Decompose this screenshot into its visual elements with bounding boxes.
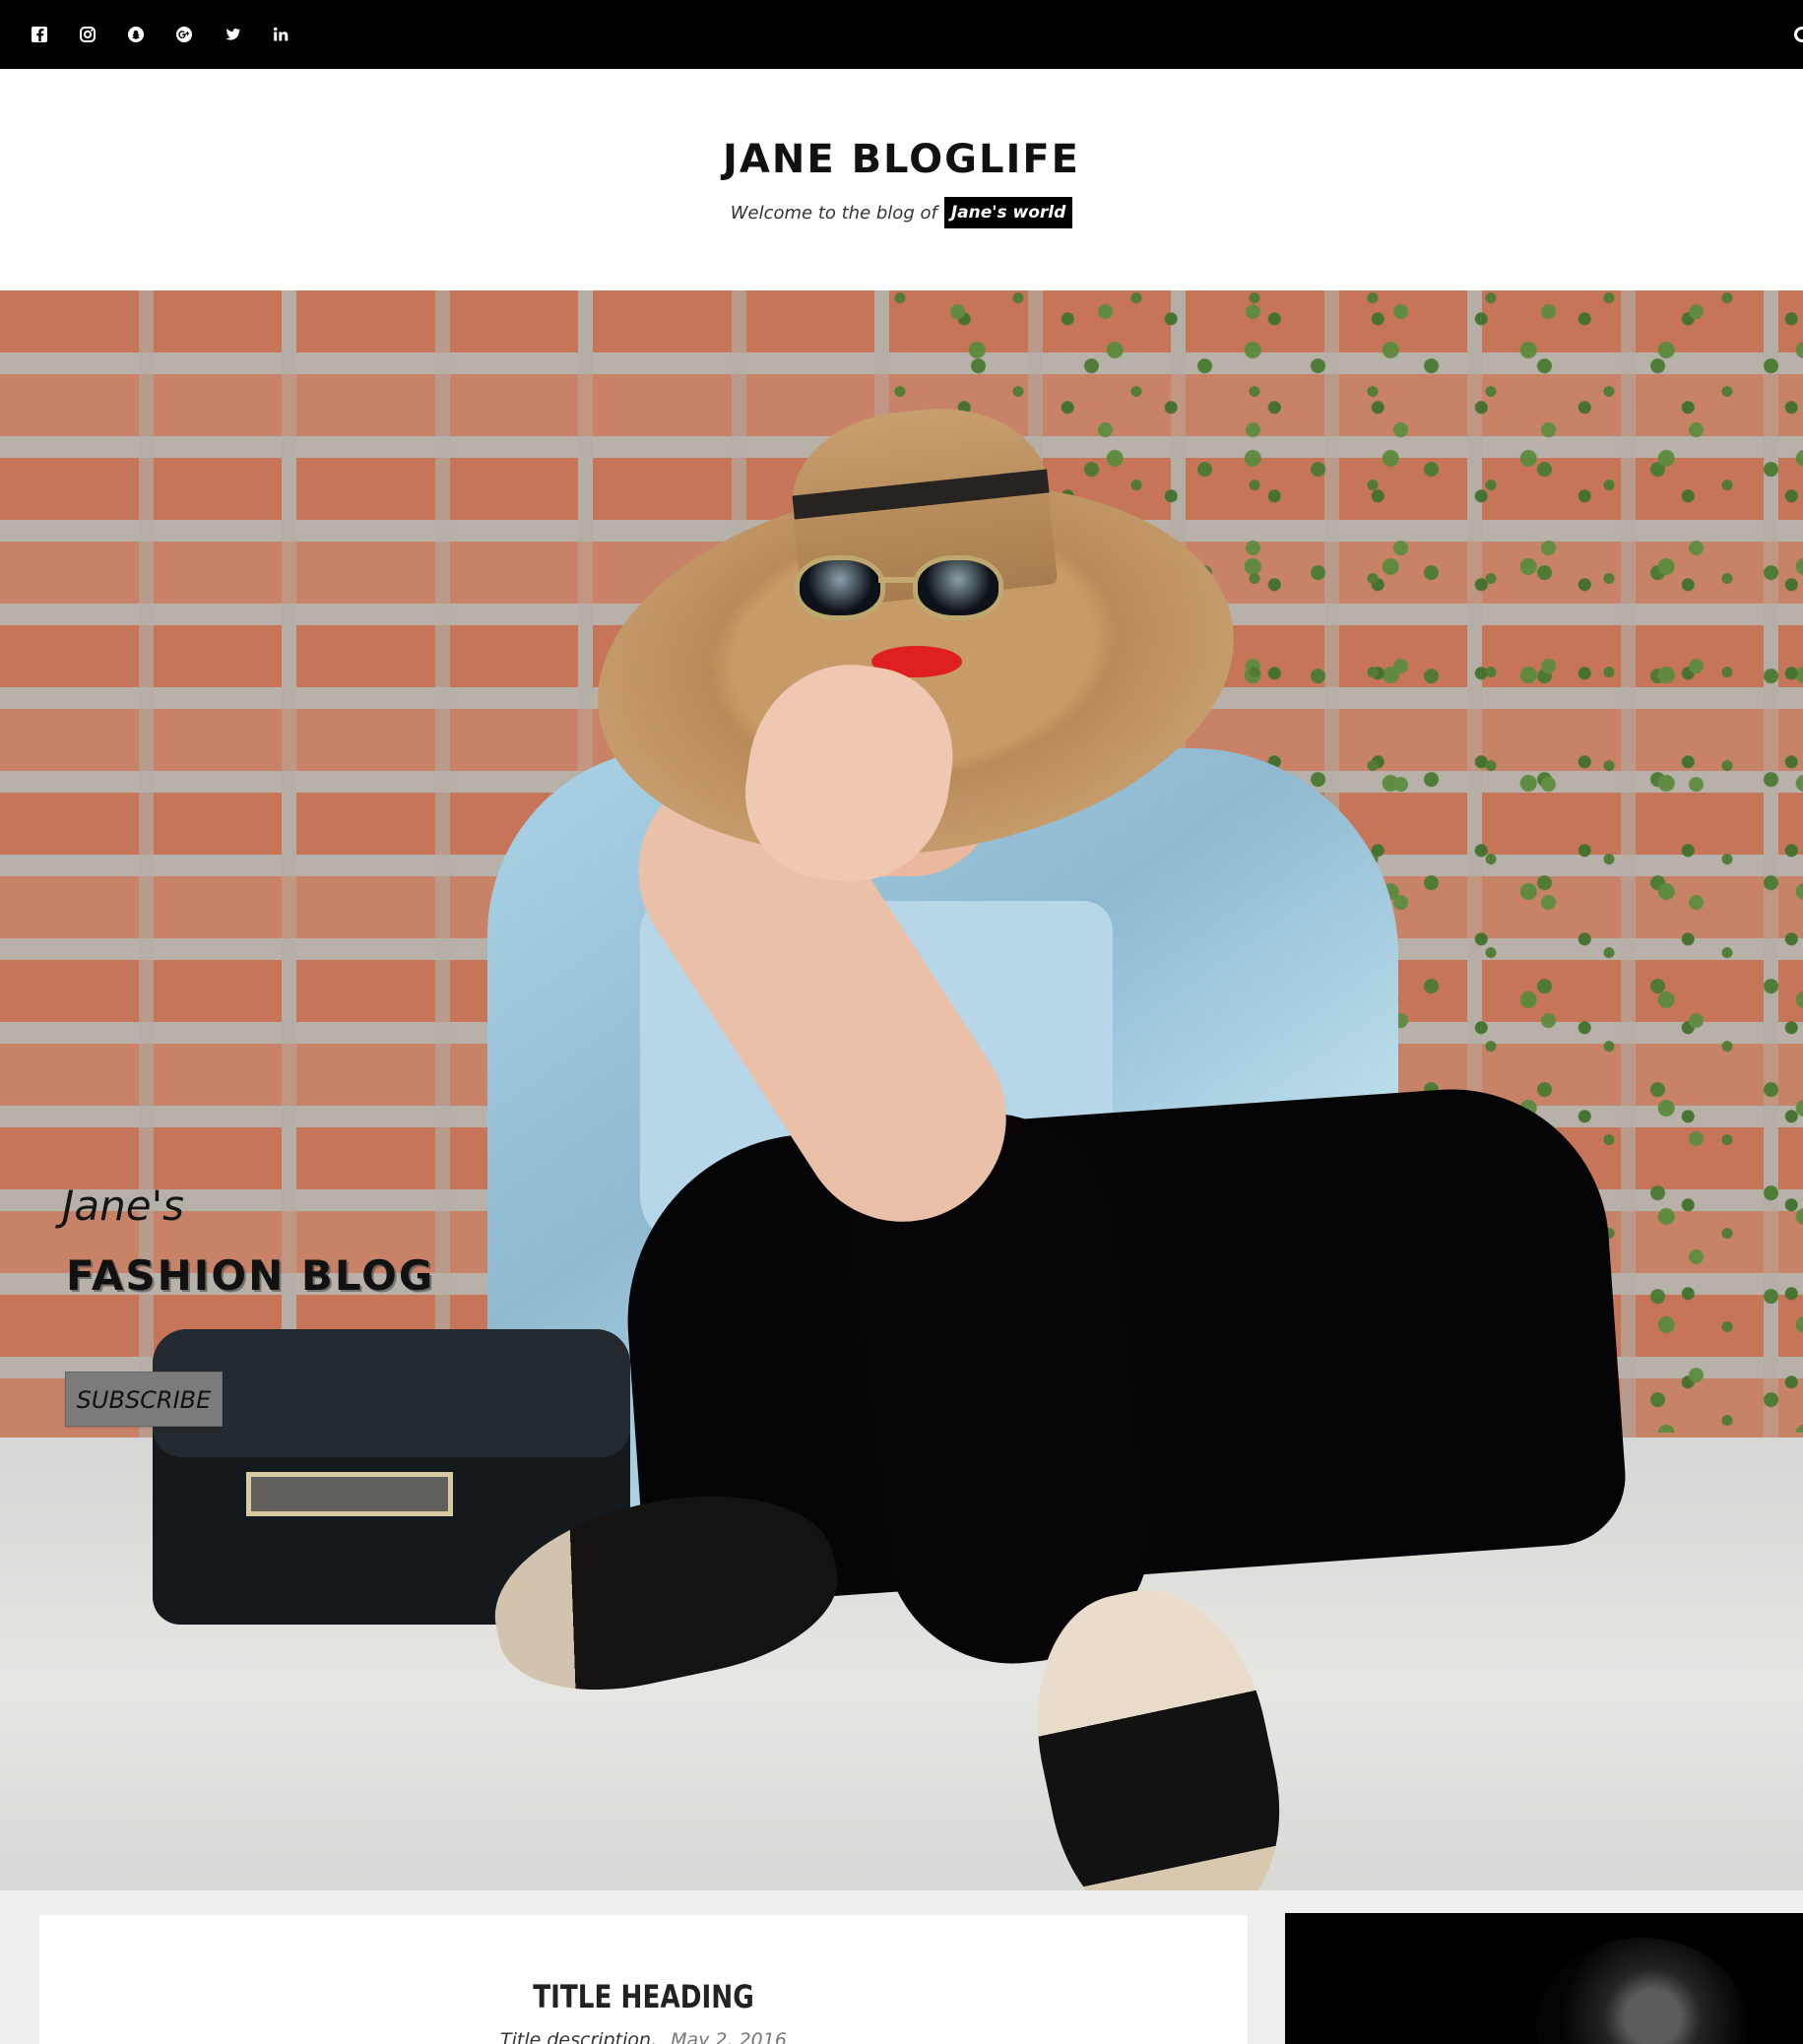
blog-page: JANE BLOGLIFE Welcome to the blog of Jan… bbox=[0, 0, 1803, 2044]
content-area: TITLE HEADING Title description, May 2, … bbox=[0, 1890, 1803, 2044]
snapchat-glyph bbox=[128, 27, 144, 42]
sidebar-portrait bbox=[1536, 1938, 1748, 2044]
post-card: TITLE HEADING Title description, May 2, … bbox=[39, 1915, 1248, 2044]
search-icon[interactable] bbox=[1791, 23, 1803, 46]
social-top-bar bbox=[0, 0, 1803, 69]
tagline-badge: Jane's world bbox=[943, 197, 1073, 228]
instagram-glyph bbox=[80, 27, 96, 42]
site-header: JANE BLOGLIFE Welcome to the blog of Jan… bbox=[0, 69, 1803, 290]
hero-kicker: Jane's bbox=[62, 1182, 185, 1230]
social-links bbox=[28, 23, 317, 46]
snapchat-icon[interactable] bbox=[124, 23, 148, 46]
tagline-text: Welcome to the blog of bbox=[730, 202, 937, 224]
site-title: JANE BLOGLIFE bbox=[723, 137, 1080, 182]
linkedin-glyph bbox=[273, 27, 289, 41]
pavement-background bbox=[0, 1437, 1803, 1890]
hero-banner: Jane's FASHION BLOG SUBSCRIBE bbox=[0, 290, 1803, 1890]
twitter-icon[interactable] bbox=[221, 23, 244, 46]
post-date: May 2, 2016 bbox=[671, 2029, 787, 2044]
facebook-glyph bbox=[32, 27, 47, 42]
ivy-foliage bbox=[876, 290, 1803, 1433]
google-plus-glyph bbox=[176, 27, 192, 42]
facebook-icon[interactable] bbox=[28, 23, 51, 46]
linkedin-icon[interactable] bbox=[269, 23, 292, 46]
hero-title: FASHION BLOG bbox=[66, 1251, 435, 1300]
site-tagline: Welcome to the blog of Jane's world bbox=[0, 196, 1803, 229]
twitter-glyph bbox=[225, 29, 241, 40]
google-plus-icon[interactable] bbox=[172, 23, 196, 46]
subscribe-button[interactable]: SUBSCRIBE bbox=[65, 1372, 223, 1427]
hero-copy: Jane's FASHION BLOG SUBSCRIBE bbox=[62, 1180, 476, 1436]
search-lens bbox=[1794, 27, 1803, 42]
instagram-icon[interactable] bbox=[76, 23, 99, 46]
post-description: Title description, bbox=[500, 2029, 658, 2044]
sidebar-image-card bbox=[1285, 1913, 1803, 2044]
post-meta: Title description, May 2, 2016 bbox=[39, 2029, 1248, 2044]
post-title[interactable]: TITLE HEADING bbox=[148, 1977, 1138, 2016]
